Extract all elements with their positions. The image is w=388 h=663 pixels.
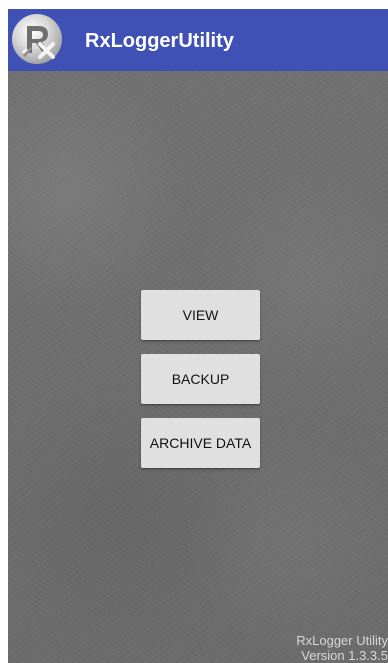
- app-bar: RxLoggerUtility: [8, 9, 388, 71]
- footer-app-name: RxLogger Utility: [296, 633, 388, 648]
- rx-logger-logo-icon: [12, 14, 62, 64]
- view-button[interactable]: VIEW: [141, 290, 260, 340]
- app-title: RxLoggerUtility: [85, 30, 234, 52]
- backup-button[interactable]: BACKUP: [141, 354, 260, 404]
- main-content: VIEW BACKUP ARCHIVE DATA RxLogger Utilit…: [8, 71, 388, 663]
- version-info: RxLogger Utility Version 1.3.3.5: [296, 633, 388, 663]
- app-screen: RxLoggerUtility VIEW BACKUP ARCHIVE DATA…: [8, 9, 388, 663]
- archive-data-button[interactable]: ARCHIVE DATA: [141, 418, 260, 468]
- footer-version: Version 1.3.3.5: [301, 648, 388, 663]
